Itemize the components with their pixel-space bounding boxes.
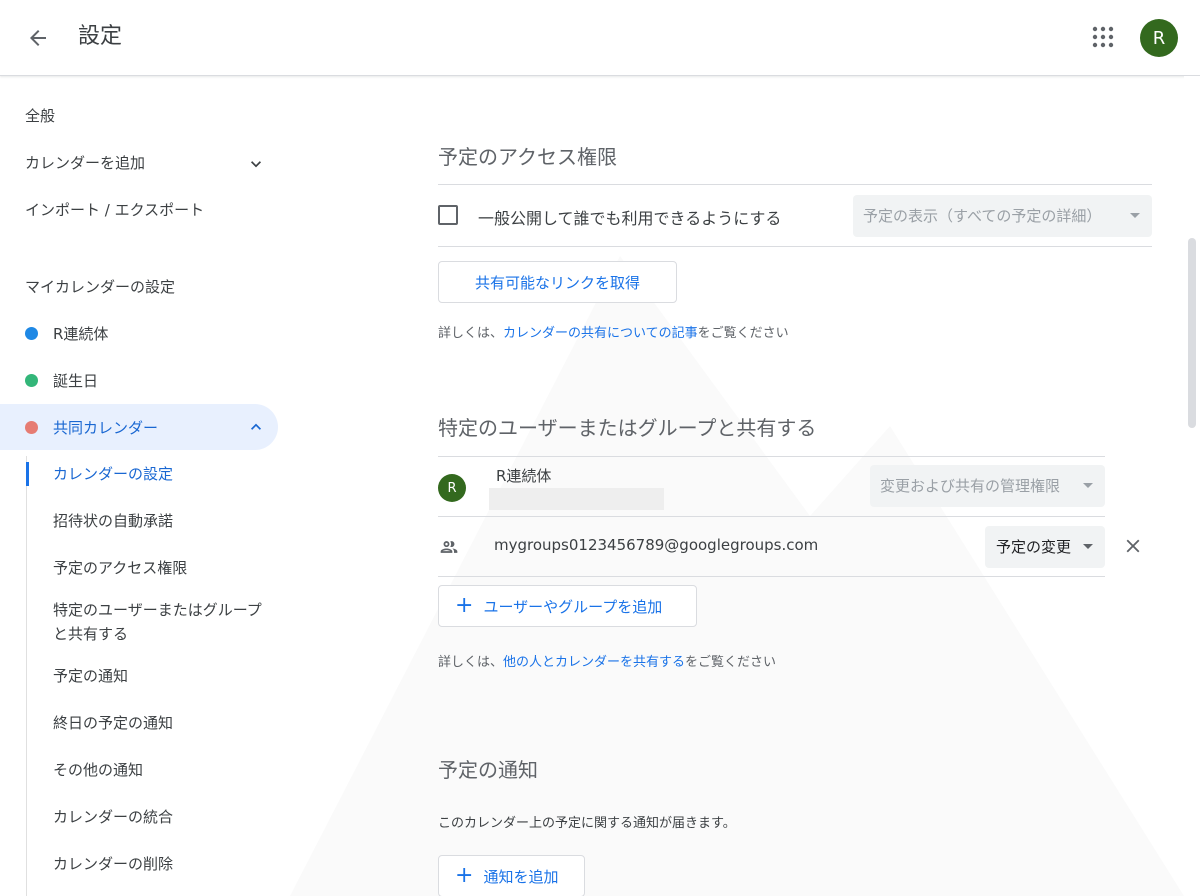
sidebar-calendar-item[interactable]: R連続体 [0,310,278,356]
redacted-owner-email [489,488,664,510]
sub-nav-integrate-calendar[interactable]: カレンダーの統合 [53,805,273,829]
dropdown-caret-icon [1130,213,1140,218]
main-scrollbar[interactable] [1184,76,1200,896]
account-avatar[interactable]: R [1140,19,1178,57]
sub-nav-event-notifications[interactable]: 予定の通知 [53,664,273,688]
owner-avatar: R [438,474,466,502]
app-header: 設定 R [0,0,1200,76]
divider [438,456,1105,457]
sidebar-calendar-item[interactable]: 誕生日 [0,357,278,403]
visibility-select-value: 予定の表示（すべての予定の詳細） [863,207,1102,225]
access-help-text: 詳しくは、カレンダーの共有についての記事をご覧ください [438,326,789,341]
sidebar-calendar-item-active[interactable]: 共同カレンダー [0,404,278,450]
member-permission-select[interactable]: 予定の変更 [985,526,1105,568]
settings-sidebar: 全般 カレンダーを追加 インポート / エクスポート マイカレンダーの設定 R連… [0,76,290,896]
arrow-back-icon [30,30,46,46]
my-calendars-heading: マイカレンダーの設定 [25,278,176,296]
sub-nav-allday-notifications[interactable]: 終日の予定の通知 [53,711,273,735]
apps-grid-icon [1092,26,1114,48]
section-title-sharing: 特定のユーザーまたはグループと共有する [438,416,817,440]
group-icon [440,541,458,553]
section-title-access: 予定のアクセス権限 [438,145,617,169]
plus-icon: + [455,863,474,888]
divider [438,246,1152,247]
sub-nav-rail [26,456,27,896]
visibility-select: 予定の表示（すべての予定の詳細） [853,195,1152,237]
settings-main: 予定のアクセス権限 一般公開して誰でも利用できるようにする 予定の表示（すべての… [290,76,1184,896]
add-people-label: ユーザーやグループを追加 [483,597,663,616]
apps-button[interactable] [1088,22,1118,52]
sub-nav-active-indicator [26,462,29,486]
owner-name: R連続体 [496,467,552,485]
owner-permission-value: 変更および共有の管理権限 [880,477,1061,495]
sub-nav-access-permissions[interactable]: 予定のアクセス権限 [53,556,273,580]
access-help-link[interactable]: カレンダーの共有についての記事 [503,326,698,341]
dropdown-caret-icon [1083,483,1093,488]
divider [438,516,1105,517]
calendar-color-dot [25,421,38,434]
calendar-label: 共同カレンダー [53,419,159,437]
owner-permission-select: 変更および共有の管理権限 [870,465,1105,507]
member-permission-value: 予定の変更 [996,538,1072,556]
member-email: mygroups0123456789@googlegroups.com [494,536,819,554]
divider [438,184,1152,185]
sub-nav-calendar-settings[interactable]: カレンダーの設定 [53,462,273,486]
calendar-label: R連続体 [53,325,109,343]
add-people-button[interactable]: + ユーザーやグループを追加 [438,585,697,627]
sidebar-item-import-export[interactable]: インポート / エクスポート [25,200,204,220]
plus-icon: + [455,593,474,618]
get-shareable-link-button[interactable]: 共有可能なリンクを取得 [438,261,677,303]
sub-nav-auto-accept[interactable]: 招待状の自動承諾 [53,509,273,533]
close-icon[interactable] [1122,535,1144,557]
sharing-help-link[interactable]: 他の人とカレンダーを共有する [503,655,685,670]
sidebar-item-general[interactable]: 全般 [25,106,55,126]
sub-nav-share-with-people[interactable]: 特定のユーザーまたはグループと共有する [53,598,273,646]
public-checkbox-label: 一般公開して誰でも利用できるようにする [478,209,782,228]
sub-nav-other-notifications[interactable]: その他の通知 [53,758,273,782]
add-notification-label: 通知を追加 [483,867,559,886]
chevron-down-icon[interactable] [246,154,266,174]
divider [438,576,1105,577]
sub-nav-delete-calendar[interactable]: カレンダーの削除 [53,852,273,876]
calendar-color-dot [25,327,38,340]
add-notification-button[interactable]: + 通知を追加 [438,855,585,896]
calendar-color-dot [25,374,38,387]
sidebar-item-add-calendar[interactable]: カレンダーを追加 [25,153,145,173]
dropdown-caret-icon [1083,544,1093,549]
section-title-notifications: 予定の通知 [438,758,538,782]
notifications-description: このカレンダー上の予定に関する通知が届きます。 [438,816,736,831]
sharing-help-text: 詳しくは、他の人とカレンダーを共有するをご覧ください [438,655,777,670]
chevron-up-icon[interactable] [246,417,266,437]
back-button[interactable] [22,22,54,54]
page-title: 設定 [78,24,123,49]
public-checkbox[interactable] [438,205,458,225]
calendar-label: 誕生日 [53,372,99,390]
scrollbar-thumb[interactable] [1188,238,1196,428]
